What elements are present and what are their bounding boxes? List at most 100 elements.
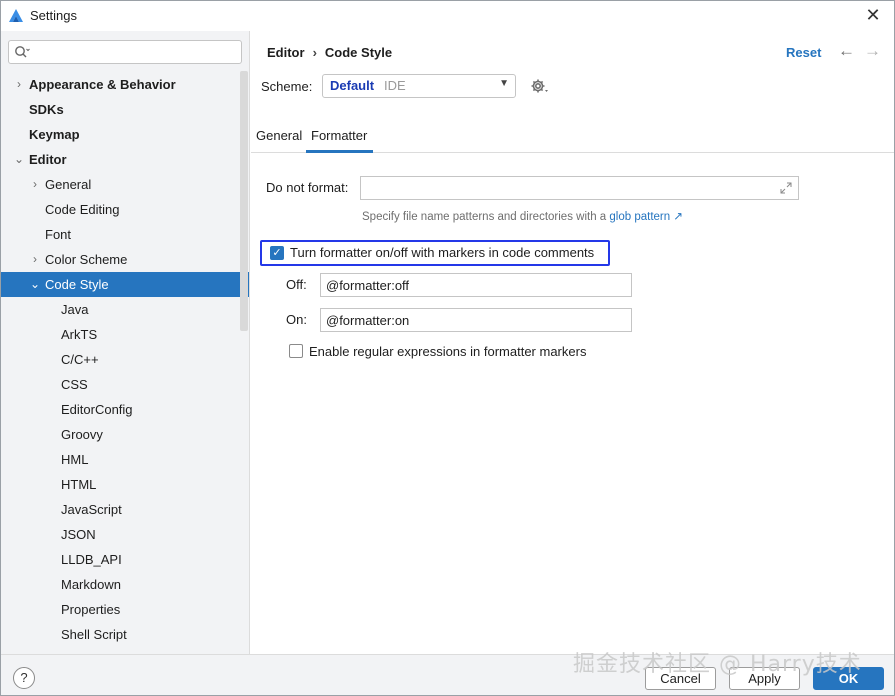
sidebar-item-sdks[interactable]: SDKs — [1, 97, 249, 122]
sidebar-item-label: Java — [61, 302, 89, 317]
sidebar-item-label: C/C++ — [61, 352, 99, 367]
chevron-down-icon[interactable]: ⌄ — [13, 147, 25, 172]
do-not-format-input[interactable] — [365, 179, 765, 197]
cancel-button[interactable]: Cancel — [645, 667, 716, 690]
sidebar-item-json[interactable]: JSON — [1, 522, 249, 547]
hint-text: Specify file name patterns and directori… — [362, 211, 607, 223]
sidebar-item-markdown[interactable]: Markdown — [1, 572, 249, 597]
marker-checkbox-label[interactable]: Turn formatter on/off with markers in co… — [290, 245, 594, 260]
glob-hint: Specify file name patterns and directori… — [362, 209, 683, 223]
sidebar-item-label: JavaScript — [61, 502, 122, 517]
settings-window: Settings ✕ › Appearance & Behavior SDKs Key… — [0, 0, 895, 696]
sidebar-item-java[interactable]: Java — [1, 297, 249, 322]
sidebar-item-c-c[interactable]: C/C++ — [1, 347, 249, 372]
sidebar-item-label: Font — [45, 227, 72, 242]
sidebar-item-font[interactable]: Font — [1, 222, 249, 247]
scheme-sub: IDE — [384, 78, 406, 93]
regex-checkbox-label[interactable]: Enable regular expressions in formatter … — [309, 344, 586, 359]
breadcrumb-code-style: Code Style — [324, 45, 393, 60]
sidebar-scrollbar[interactable] — [240, 71, 248, 331]
sidebar-item-label: General — [45, 177, 92, 192]
sidebar-item-label: Groovy — [61, 427, 103, 442]
sidebar-item-label: Shell Script — [61, 627, 127, 642]
sidebar-item-groovy[interactable]: Groovy — [1, 422, 249, 447]
dialog-footer: ? Cancel Apply OK — [1, 654, 894, 695]
sidebar-item-css[interactable]: CSS — [1, 372, 249, 397]
chevron-down-icon[interactable]: ⌄ — [29, 272, 41, 297]
off-marker-field[interactable] — [320, 273, 632, 297]
sidebar-item-label: Color Scheme — [45, 252, 128, 267]
do-not-format-label: Do not format: — [266, 180, 349, 195]
sidebar-item-label: HTML — [61, 477, 97, 492]
sidebar-item-label: HML — [61, 452, 89, 467]
ok-button[interactable]: OK — [813, 667, 884, 690]
sidebar-item-properties[interactable]: Properties — [1, 597, 249, 622]
forward-arrow-icon[interactable]: → — [864, 41, 881, 61]
settings-tree: › Appearance & Behavior SDKs Keymap ⌄ Editor ›… — [1, 72, 249, 647]
sidebar-item-label: EditorConfig — [61, 402, 133, 417]
marker-checkbox[interactable]: ✓ — [270, 246, 284, 260]
sidebar-item-general[interactable]: › General — [1, 172, 249, 197]
do-not-format-field[interactable] — [360, 176, 799, 200]
expand-icon[interactable] — [780, 182, 792, 194]
sidebar-item-label: Editor — [29, 152, 67, 167]
scheme-dropdown[interactable]: Default IDE ▼ — [322, 74, 516, 98]
window-title: Settings — [30, 8, 77, 23]
search-field[interactable] — [8, 40, 242, 64]
glob-pattern-link[interactable]: glob pattern ↗ — [609, 211, 683, 223]
sidebar-item-label: Code Editing — [45, 202, 120, 217]
sidebar-item-color-scheme[interactable]: › Color Scheme — [1, 247, 249, 272]
apply-button[interactable]: Apply — [729, 667, 800, 690]
sidebar-item-code-editing[interactable]: Code Editing — [1, 197, 249, 222]
settings-sidebar: › Appearance & Behavior SDKs Keymap ⌄ Editor ›… — [1, 31, 250, 654]
chevron-right-icon[interactable]: › — [29, 247, 41, 272]
title-bar: Settings ✕ — [1, 1, 894, 31]
sidebar-item-label: Keymap — [29, 127, 80, 142]
scheme-label: Scheme: — [261, 79, 313, 94]
reset-link[interactable]: Reset — [786, 45, 821, 60]
sidebar-item-label: Appearance & Behavior — [29, 77, 176, 92]
sidebar-item-label: JSON — [61, 527, 96, 542]
on-marker-field[interactable] — [320, 308, 632, 332]
off-label: Off: — [286, 277, 307, 292]
sidebar-item-label: CSS — [61, 377, 88, 392]
sidebar-item-lldb-api[interactable]: LLDB_API — [1, 547, 249, 572]
sidebar-item-label: ArkTS — [61, 327, 98, 342]
tab-general[interactable]: General — [256, 128, 302, 153]
sidebar-item-html[interactable]: HTML — [1, 472, 249, 497]
app-logo-icon — [9, 9, 23, 22]
close-icon[interactable]: ✕ — [864, 6, 882, 24]
sidebar-item-javascript[interactable]: JavaScript — [1, 497, 249, 522]
chevron-down-icon: ▼ — [499, 78, 509, 89]
sidebar-item-editorconfig[interactable]: EditorConfig — [1, 397, 249, 422]
breadcrumb-separator: › — [312, 45, 317, 60]
sidebar-item-editor[interactable]: ⌄ Editor — [1, 147, 249, 172]
breadcrumb: Editor › Code Style — [267, 45, 392, 60]
chevron-right-icon[interactable]: › — [13, 72, 25, 97]
back-arrow-icon[interactable]: ← — [838, 41, 855, 61]
sidebar-item-shell-script[interactable]: Shell Script — [1, 622, 249, 647]
sidebar-item-appearance-behavior[interactable]: › Appearance & Behavior — [1, 72, 249, 97]
regex-checkbox[interactable] — [289, 344, 303, 358]
marker-checkbox-highlight: ✓ Turn formatter on/off with markers in … — [260, 240, 610, 266]
sidebar-item-label: LLDB_API — [61, 552, 122, 567]
sidebar-item-code-style[interactable]: ⌄ Code Style — [1, 272, 249, 297]
chevron-right-icon[interactable]: › — [29, 172, 41, 197]
sidebar-item-arkts[interactable]: ArkTS — [1, 322, 249, 347]
off-marker-input[interactable] — [326, 276, 626, 294]
settings-content: Editor › Code Style Reset ← → Scheme: Defa… — [251, 31, 894, 654]
tab-bar: General Formatter — [251, 123, 894, 153]
search-input[interactable] — [33, 43, 233, 61]
on-marker-input[interactable] — [326, 311, 626, 329]
sidebar-item-label: Properties — [61, 602, 121, 617]
sidebar-item-hml[interactable]: HML — [1, 447, 249, 472]
scheme-value: Default — [330, 78, 375, 93]
sidebar-item-keymap[interactable]: Keymap — [1, 122, 249, 147]
breadcrumb-editor[interactable]: Editor — [267, 45, 305, 60]
gear-icon[interactable] — [530, 76, 550, 96]
sidebar-item-label: Markdown — [61, 577, 121, 592]
help-button[interactable]: ? — [13, 667, 35, 689]
tab-formatter[interactable]: Formatter — [306, 128, 373, 153]
search-icon — [15, 46, 30, 58]
sidebar-item-label: SDKs — [29, 102, 64, 117]
